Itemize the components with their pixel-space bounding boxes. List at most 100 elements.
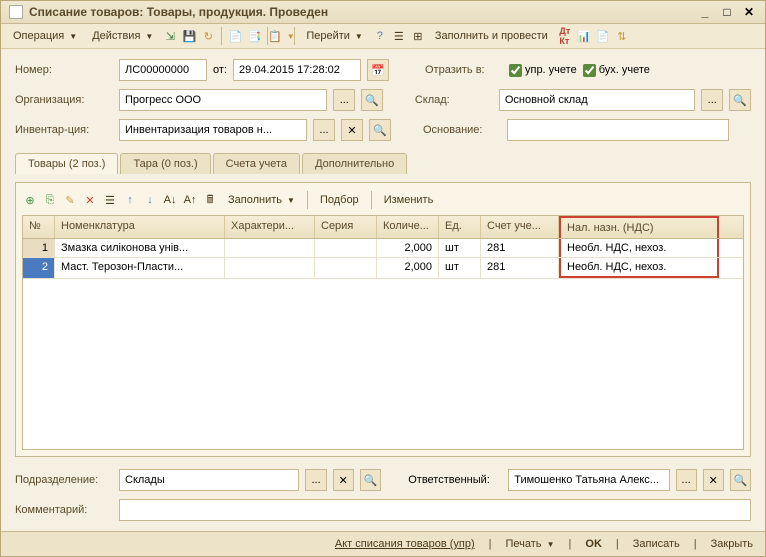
actions-menu[interactable]: Действия▼ [86, 28, 159, 44]
fill-post-button[interactable]: Заполнить и провести [429, 28, 554, 44]
post-icon[interactable]: ⇲ [162, 28, 178, 44]
cell-vat: Необл. НДС, нехоз. [559, 239, 719, 257]
th-ser[interactable]: Серия [315, 216, 377, 238]
goto-menu[interactable]: Перейти▼ [300, 28, 369, 44]
dept-clear-icon[interactable]: ✕ [333, 469, 354, 491]
save-icon[interactable]: 💾 [181, 28, 197, 44]
invent-field[interactable] [119, 119, 307, 141]
warehouse-select-button[interactable]: ... [701, 89, 723, 111]
delete-icon[interactable]: ✕ [82, 192, 98, 208]
dtct-icon[interactable]: ДтКт [557, 28, 573, 44]
cell-qty: 2,000 [377, 258, 439, 278]
cell-nom: Маст. Терозон-Пласти... [55, 258, 225, 278]
resp-clear-icon[interactable]: ✕ [703, 469, 724, 491]
doc-arrow-icon[interactable]: 📑 [246, 28, 262, 44]
th-vat[interactable]: Нал. назн. (НДС) [559, 216, 719, 238]
list-icon[interactable]: ☰ [391, 28, 407, 44]
org-label: Организация: [15, 94, 113, 106]
number-field[interactable] [119, 59, 207, 81]
invent-select-button[interactable]: ... [313, 119, 335, 141]
close-link[interactable]: Закрыть [711, 538, 753, 550]
cell-num: 2 [23, 258, 55, 278]
reflect-label: Отразить в: [425, 64, 503, 76]
org-field[interactable] [119, 89, 327, 111]
operation-menu[interactable]: Операция▼ [7, 28, 83, 44]
cell-unit: шт [439, 239, 481, 257]
cell-ser [315, 258, 377, 278]
select-button[interactable]: Подбор [314, 192, 365, 208]
table-row[interactable]: 1Змазка силіконова унів...2,000шт281Необ… [23, 239, 743, 258]
minimize-button[interactable]: _ [697, 5, 713, 19]
date-field[interactable] [233, 59, 361, 81]
from-label: от: [213, 64, 227, 76]
titlebar: Списание товаров: Товары, продукция. Про… [1, 1, 765, 24]
warehouse-label: Склад: [415, 94, 493, 106]
edit-button[interactable]: Изменить [378, 192, 440, 208]
th-nom[interactable]: Номенклатура [55, 216, 225, 238]
add-icon[interactable]: ⊕ [22, 192, 38, 208]
th-acc[interactable]: Счет уче... [481, 216, 559, 238]
doc-icon [9, 5, 23, 19]
number-label: Номер: [15, 64, 113, 76]
dept-field[interactable] [119, 469, 299, 491]
fill-menu[interactable]: Заполнить▼ [222, 192, 301, 208]
edit-icon[interactable]: ✎ [62, 192, 78, 208]
main-toolbar: Операция▼ Действия▼ ⇲ 💾 ↻ 📄 📑 📋▼ Перейти… [1, 24, 765, 49]
close-button[interactable]: ✕ [741, 5, 757, 19]
warehouse-field[interactable] [499, 89, 695, 111]
table-header: № Номенклатура Характери... Серия Количе… [23, 216, 743, 239]
save-button[interactable]: Записать [633, 538, 680, 550]
act-link[interactable]: Акт списания товаров (упр) [335, 538, 475, 550]
copy-icon[interactable]: ⎘ [42, 192, 58, 208]
resp-select-button[interactable]: ... [676, 469, 697, 491]
maximize-button[interactable]: □ [719, 5, 735, 19]
comment-field[interactable] [119, 499, 751, 521]
invent-search-icon[interactable]: 🔍 [369, 119, 391, 141]
dept-label: Подразделение: [15, 474, 113, 486]
ok-button[interactable]: OK [585, 538, 602, 550]
cell-acc: 281 [481, 239, 559, 257]
calc-icon[interactable]: 🖩 [202, 192, 218, 208]
table-row[interactable]: 2Маст. Терозон-Пласти...2,000шт281Необл.… [23, 258, 743, 279]
sort-asc-icon[interactable]: A↓ [162, 192, 178, 208]
cell-qty: 2,000 [377, 239, 439, 257]
order-icon[interactable]: ⇅ [614, 28, 630, 44]
th-char[interactable]: Характери... [225, 216, 315, 238]
refresh-icon[interactable]: ↻ [200, 28, 216, 44]
report-icon[interactable]: 📊 [576, 28, 592, 44]
print-icon[interactable]: 📄 [595, 28, 611, 44]
th-qty[interactable]: Количе... [377, 216, 439, 238]
doc-post-icon[interactable]: 📄 [227, 28, 243, 44]
tab-tare[interactable]: Тара (0 поз.) [120, 153, 210, 174]
invent-clear-icon[interactable]: ✕ [341, 119, 363, 141]
resp-field[interactable] [508, 469, 669, 491]
tab-accounts[interactable]: Счета учета [213, 153, 300, 174]
th-unit[interactable]: Ед. [439, 216, 481, 238]
dept-select-button[interactable]: ... [305, 469, 326, 491]
move-up-icon[interactable]: ↑ [122, 192, 138, 208]
help-icon[interactable]: ? [372, 28, 388, 44]
cell-nom: Змазка силіконова унів... [55, 239, 225, 257]
resp-search-icon[interactable]: 🔍 [730, 469, 751, 491]
org-select-button[interactable]: ... [333, 89, 355, 111]
based-on-icon[interactable]: 📋▼ [273, 28, 289, 44]
resp-label: Ответственный: [408, 474, 502, 486]
warehouse-search-icon[interactable]: 🔍 [729, 89, 751, 111]
org-search-icon[interactable]: 🔍 [361, 89, 383, 111]
print-link[interactable]: Печать ▼ [506, 538, 555, 550]
table-list-icon[interactable]: ☰ [102, 192, 118, 208]
dept-search-icon[interactable]: 🔍 [360, 469, 381, 491]
tree-icon[interactable]: ⊞ [410, 28, 426, 44]
th-num[interactable]: № [23, 216, 55, 238]
basis-field[interactable] [507, 119, 729, 141]
cell-char [225, 258, 315, 278]
cell-acc: 281 [481, 258, 559, 278]
basis-label: Основание: [423, 124, 501, 136]
tab-goods[interactable]: Товары (2 поз.) [15, 153, 118, 174]
tab-extra[interactable]: Дополнительно [302, 153, 407, 174]
date-picker-icon[interactable]: 📅 [367, 59, 389, 81]
sort-desc-icon[interactable]: A↑ [182, 192, 198, 208]
mgmt-acc-checkbox[interactable]: упр. учете [509, 64, 577, 77]
acc-acc-checkbox[interactable]: бух. учете [583, 64, 650, 77]
move-down-icon[interactable]: ↓ [142, 192, 158, 208]
